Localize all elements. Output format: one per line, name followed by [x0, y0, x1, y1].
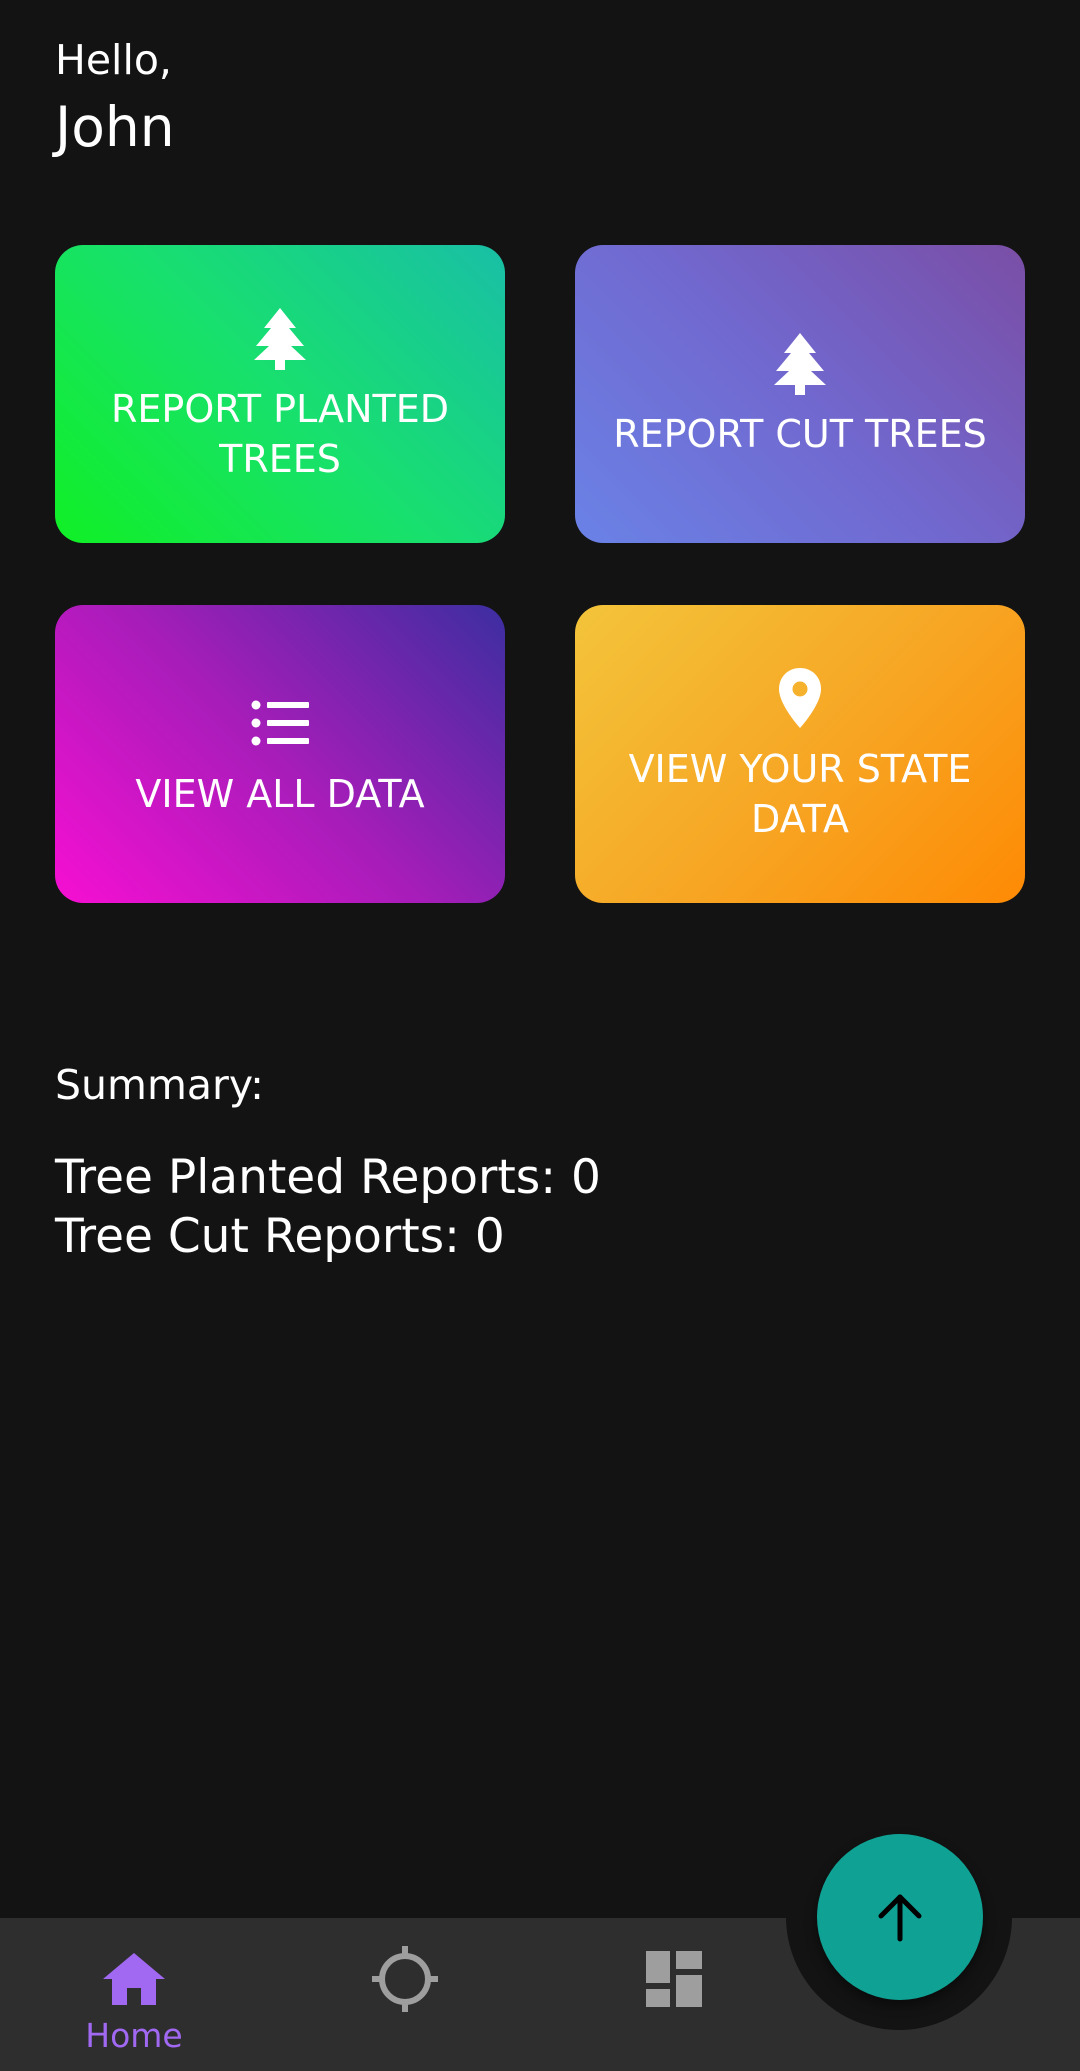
report-cut-trees-button[interactable]: REPORT CUT TREES	[575, 245, 1025, 543]
nav-label-home: Home	[85, 2016, 183, 2055]
home-icon	[103, 1948, 165, 2010]
card-label: VIEW YOUR STATE DATA	[628, 747, 972, 841]
list-icon	[251, 689, 309, 757]
user-name: John	[55, 95, 175, 159]
tree-icon	[772, 329, 828, 397]
summary-title: Summary:	[55, 1061, 264, 1109]
report-planted-trees-button[interactable]: REPORT PLANTED TREES	[55, 245, 505, 543]
planted-reports-count: Tree Planted Reports: 0	[55, 1150, 601, 1205]
dashboard-icon	[646, 1948, 702, 2010]
view-state-data-button[interactable]: VIEW YOUR STATE DATA	[575, 605, 1025, 903]
scroll-up-fab-button[interactable]	[817, 1834, 983, 2000]
crosshair-icon	[372, 1946, 438, 2012]
view-all-data-button[interactable]: VIEW ALL DATA	[55, 605, 505, 903]
cut-reports-count: Tree Cut Reports: 0	[55, 1209, 505, 1264]
greeting-text: Hello,	[55, 36, 172, 84]
tree-icon	[252, 304, 308, 372]
card-label: REPORT PLANTED TREES	[110, 387, 450, 481]
arrow-up-icon	[874, 1891, 926, 1943]
nav-item-dashboard[interactable]	[574, 1918, 774, 2071]
location-pin-icon	[778, 664, 822, 732]
card-label: VIEW ALL DATA	[135, 772, 425, 816]
card-label: REPORT CUT TREES	[613, 412, 987, 456]
nav-item-locate[interactable]	[305, 1918, 505, 2071]
nav-item-home[interactable]: Home	[34, 1918, 234, 2071]
